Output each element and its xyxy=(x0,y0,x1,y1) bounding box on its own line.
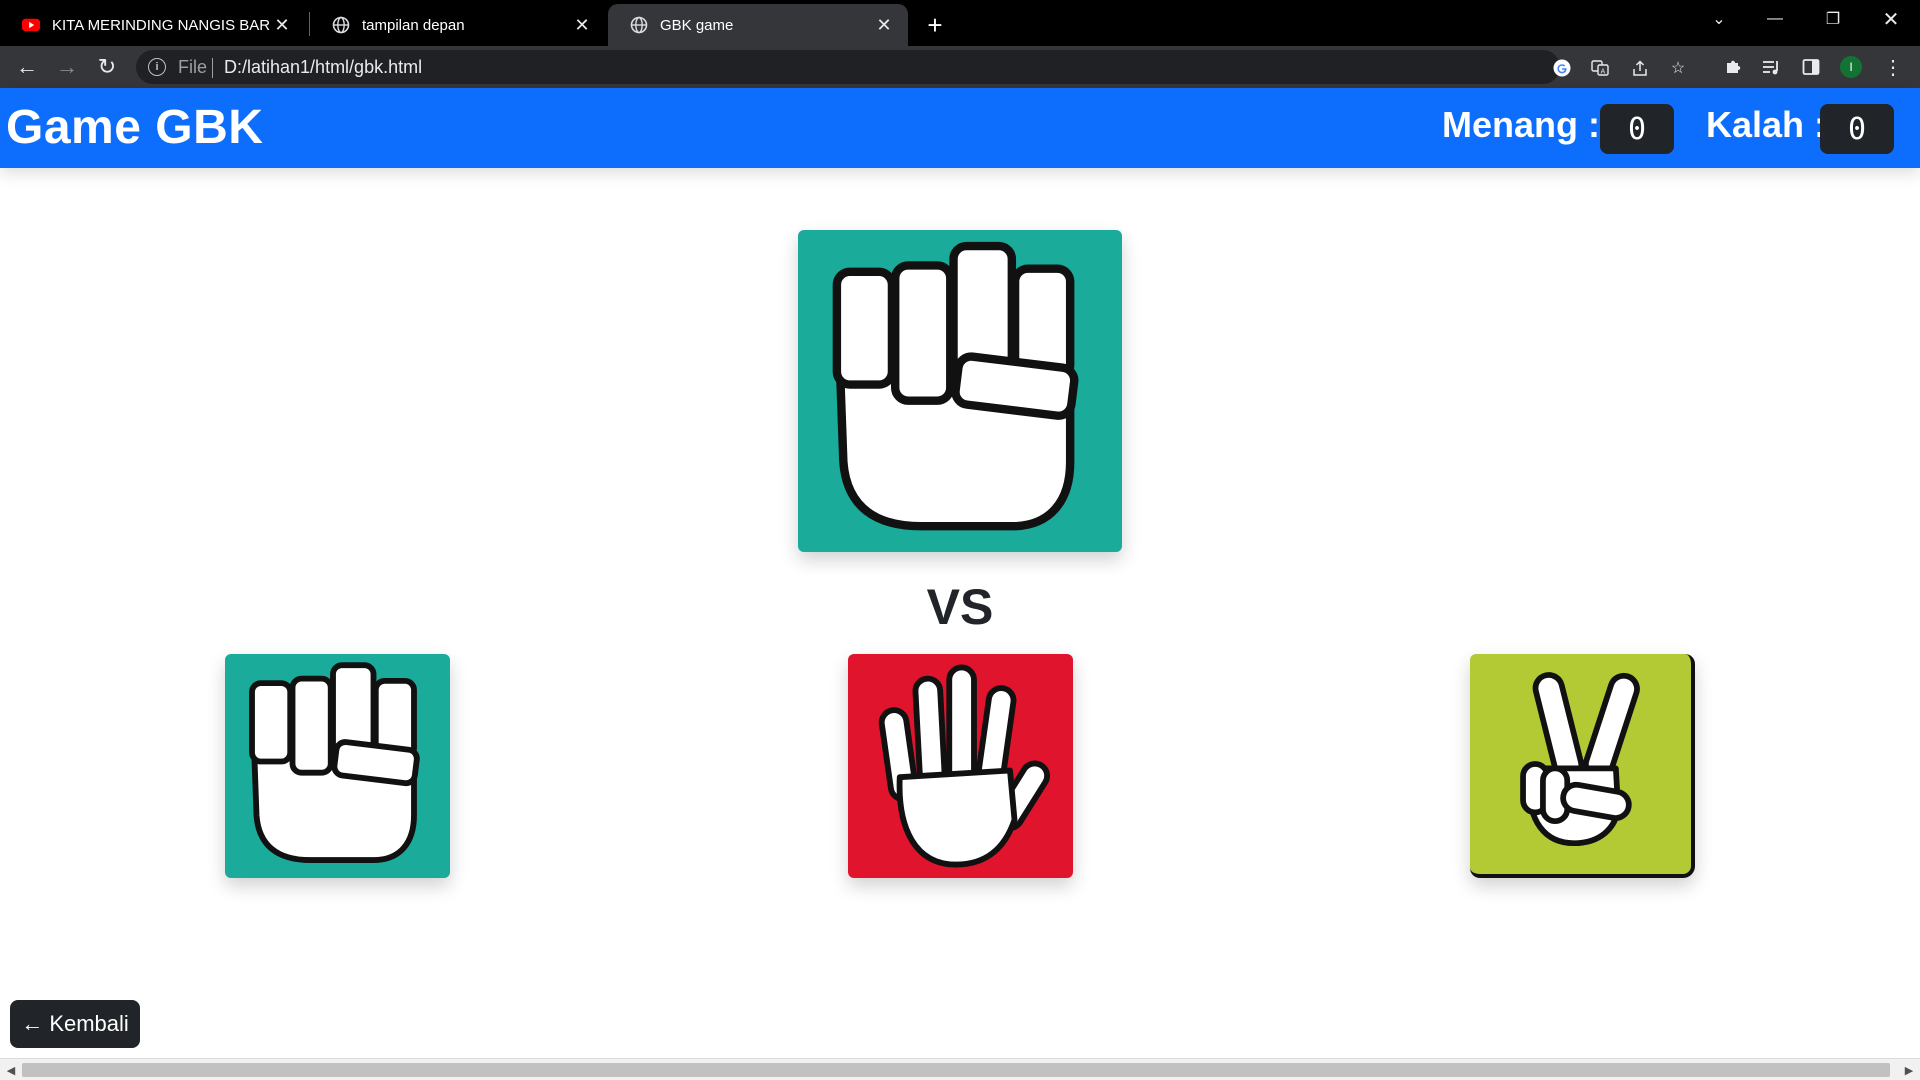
fist-rock-icon xyxy=(249,662,420,863)
media-control-icon[interactable] xyxy=(1758,54,1784,80)
close-icon[interactable]: ✕ xyxy=(570,13,594,37)
kebab-menu-icon[interactable]: ⋮ xyxy=(1880,54,1906,80)
url-text[interactable]: D:/latihan1/html/gbk.html xyxy=(224,57,422,78)
choice-scissors-button[interactable] xyxy=(1470,654,1695,878)
minimize-icon[interactable]: — xyxy=(1748,0,1802,38)
tab-title: KITA MERINDING NANGIS BAREN xyxy=(52,16,270,34)
back-arrow-icon[interactable]: ← xyxy=(10,50,44,84)
url-scheme: File xyxy=(178,57,208,77)
peace-scissors-icon xyxy=(1520,672,1640,847)
back-button[interactable]: ← Kembali xyxy=(10,1000,140,1048)
choice-paper-button[interactable] xyxy=(848,654,1073,878)
side-panel-icon[interactable] xyxy=(1798,54,1824,80)
info-icon[interactable]: i xyxy=(148,58,166,76)
tab-tampilan-depan[interactable]: tampilan depan ✕ xyxy=(310,4,606,46)
tab-search-icon[interactable]: ⌄ xyxy=(1692,0,1746,38)
win-score: 0 xyxy=(1600,104,1674,154)
win-label: Menang : xyxy=(1442,104,1600,145)
lose-label: Kalah : xyxy=(1706,104,1827,145)
window-close-icon[interactable]: ✕ xyxy=(1864,0,1918,38)
svg-text:A: A xyxy=(1601,68,1606,76)
fist-rock-icon xyxy=(832,241,1079,531)
browser-toolbar: ← → ↻ i File D:/latihan1/html/gbk.html A… xyxy=(0,46,1920,88)
reload-icon[interactable]: ↻ xyxy=(90,50,124,84)
close-icon[interactable]: ✕ xyxy=(270,13,294,37)
scrollbar-thumb[interactable] xyxy=(22,1063,1890,1077)
url-divider xyxy=(212,58,213,78)
lose-score: 0 xyxy=(1820,104,1894,154)
translate-icon[interactable]: A xyxy=(1590,58,1610,78)
open-hand-paper-icon xyxy=(878,664,1051,868)
scroll-left-icon[interactable]: ◀ xyxy=(4,1063,18,1077)
profile-initial: I xyxy=(1840,56,1862,78)
new-tab-button[interactable]: + xyxy=(918,8,952,42)
globe-icon xyxy=(630,16,648,34)
address-bar[interactable]: i File D:/latihan1/html/gbk.html A ☆ xyxy=(136,50,1685,84)
scroll-right-icon[interactable]: ▶ xyxy=(1902,1063,1916,1077)
globe-icon xyxy=(332,16,350,34)
tab-youtube[interactable]: KITA MERINDING NANGIS BAREN ✕ xyxy=(0,4,306,46)
page-title: Game GBK xyxy=(6,101,264,154)
choice-rock-button[interactable] xyxy=(225,654,450,878)
computer-choice-card xyxy=(798,230,1122,552)
close-icon[interactable]: ✕ xyxy=(872,13,896,37)
google-icon[interactable] xyxy=(1552,58,1572,78)
tab-title: tampilan depan xyxy=(362,16,465,34)
youtube-icon xyxy=(22,16,40,34)
vs-label: VS xyxy=(926,579,994,635)
horizontal-scrollbar[interactable]: ◀ ▶ xyxy=(0,1058,1920,1080)
profile-avatar[interactable]: I xyxy=(1838,54,1864,80)
tab-title: GBK game xyxy=(660,16,734,34)
bookmark-star-icon[interactable]: ☆ xyxy=(1668,58,1688,78)
share-icon[interactable] xyxy=(1630,58,1650,78)
browser-tabstrip: KITA MERINDING NANGIS BAREN ✕ tampilan d… xyxy=(0,0,1920,46)
extensions-puzzle-icon[interactable] xyxy=(1720,54,1746,80)
game-navbar: Game GBK Menang : 0 Kalah : 0 xyxy=(0,88,1920,168)
tab-gbk-game[interactable]: GBK game ✕ xyxy=(608,4,908,46)
forward-arrow-icon[interactable]: → xyxy=(50,50,84,84)
restore-icon[interactable]: ❐ xyxy=(1806,0,1860,38)
